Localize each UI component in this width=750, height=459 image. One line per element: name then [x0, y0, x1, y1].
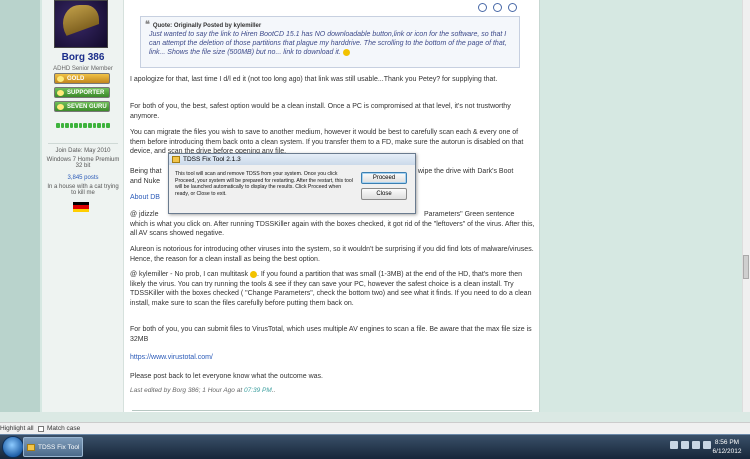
- edit-icon[interactable]: [478, 3, 487, 12]
- dialog-title: TDSS Fix Tool 2.1.3: [183, 156, 241, 163]
- quote-box: ❝ Quote: Originally Posted by kylemiller …: [140, 16, 520, 68]
- share-icon[interactable]: [508, 3, 517, 12]
- clock[interactable]: 8:56 PM 6/12/2012: [708, 438, 746, 456]
- post-paragraph: @ kylemiller - No prob, I can multitask …: [130, 270, 532, 307]
- last-edited: Last edited by Borg 386; 1 Hour Ago at 0…: [130, 387, 276, 394]
- proceed-button[interactable]: Proceed: [361, 172, 407, 184]
- quote-prefix: Quote: Originally Posted by: [152, 23, 232, 29]
- tdss-fix-dialog: TDSS Fix Tool 2.1.3 This tool will scan …: [168, 153, 416, 214]
- right-margin: [541, 0, 742, 412]
- post-paragraph: Alureon is notorious for introducing oth…: [130, 246, 534, 263]
- divider: [48, 143, 118, 144]
- post-action-icons: [478, 3, 517, 12]
- app-icon: [172, 156, 180, 163]
- dialog-titlebar[interactable]: TDSS Fix Tool 2.1.3: [169, 154, 415, 165]
- report-icon[interactable]: [493, 3, 502, 12]
- post-paragraph: For both of you, the best, safest option…: [130, 103, 511, 120]
- flag-icon[interactable]: [681, 441, 689, 449]
- seven-guru-badge: SEVEN GURU: [54, 101, 110, 112]
- quote-text: Just wanted to say the link to Hiren Boo…: [149, 31, 507, 56]
- badge-label: SUPPORTER: [67, 90, 105, 96]
- left-margin: [0, 0, 40, 412]
- user-os: Windows 7 Home Premium 32 bit: [46, 157, 120, 169]
- smiley-icon: [249, 270, 257, 278]
- close-button[interactable]: Close: [361, 188, 407, 200]
- taskbar-app-label: TDSS Fix Tool 2.1.3: [38, 444, 80, 451]
- reputation-bar: [56, 123, 110, 128]
- gold-member-badge: GOLD MEMBER: [54, 73, 110, 93]
- clock-time: 8:56 PM: [714, 439, 740, 446]
- post-count[interactable]: 3,845 posts: [44, 175, 122, 181]
- post-paragraph: Please post back to let everyone know wh…: [130, 373, 323, 380]
- supporter-badge: SUPPORTER: [54, 87, 110, 98]
- post-paragraph: @ jdizzle Parameters" Green sentence which…: [130, 211, 535, 237]
- quote-icon: ❝: [145, 19, 150, 29]
- virustotal-link[interactable]: https://www.virustotal.com/: [130, 353, 535, 363]
- post-paragraph: For both of you, you can submit files to…: [130, 326, 532, 343]
- badge-icon: [57, 90, 64, 96]
- post-paragraph: I apologize for that, last time I d/l ed…: [130, 76, 498, 83]
- avatar[interactable]: [54, 0, 108, 48]
- vertical-scrollbar[interactable]: [742, 0, 750, 412]
- taskbar: TDSS Fix Tool 2.1.3 8:56 PM 6/12/2012: [0, 434, 750, 459]
- dragon-avatar-icon: [63, 5, 99, 45]
- user-location: In a house with a cat trying to kill me: [47, 184, 119, 196]
- quote-author[interactable]: kylemiller: [234, 23, 262, 29]
- clock-date: 6/12/2012: [712, 448, 742, 455]
- find-bar: Highlight all Match case: [0, 422, 750, 434]
- germany-flag-icon: [73, 202, 89, 212]
- dialog-message: This tool will scan and remove TDSS from…: [175, 171, 353, 197]
- badge-icon: [57, 76, 64, 82]
- badge-label: SEVEN GURU: [67, 104, 107, 110]
- app-icon: [27, 444, 35, 451]
- smiley-icon: [342, 48, 350, 56]
- badge-icon: [57, 104, 64, 110]
- start-button[interactable]: [2, 436, 24, 458]
- join-date: Join Date: May 2010: [55, 148, 111, 154]
- match-case-checkbox[interactable]: [38, 426, 44, 432]
- taskbar-app-button[interactable]: TDSS Fix Tool 2.1.3: [23, 437, 83, 457]
- quote-header: ❝ Quote: Originally Posted by kylemiller: [145, 19, 261, 30]
- system-tray: [670, 441, 711, 449]
- scrollbar-thumb[interactable]: [743, 255, 749, 279]
- tray-arrow-icon[interactable]: [670, 441, 678, 449]
- user-title: ADHD Senior Member: [53, 66, 113, 72]
- post-footer-divider: [132, 410, 532, 412]
- network-icon[interactable]: [692, 441, 700, 449]
- username[interactable]: Borg 386: [42, 52, 124, 63]
